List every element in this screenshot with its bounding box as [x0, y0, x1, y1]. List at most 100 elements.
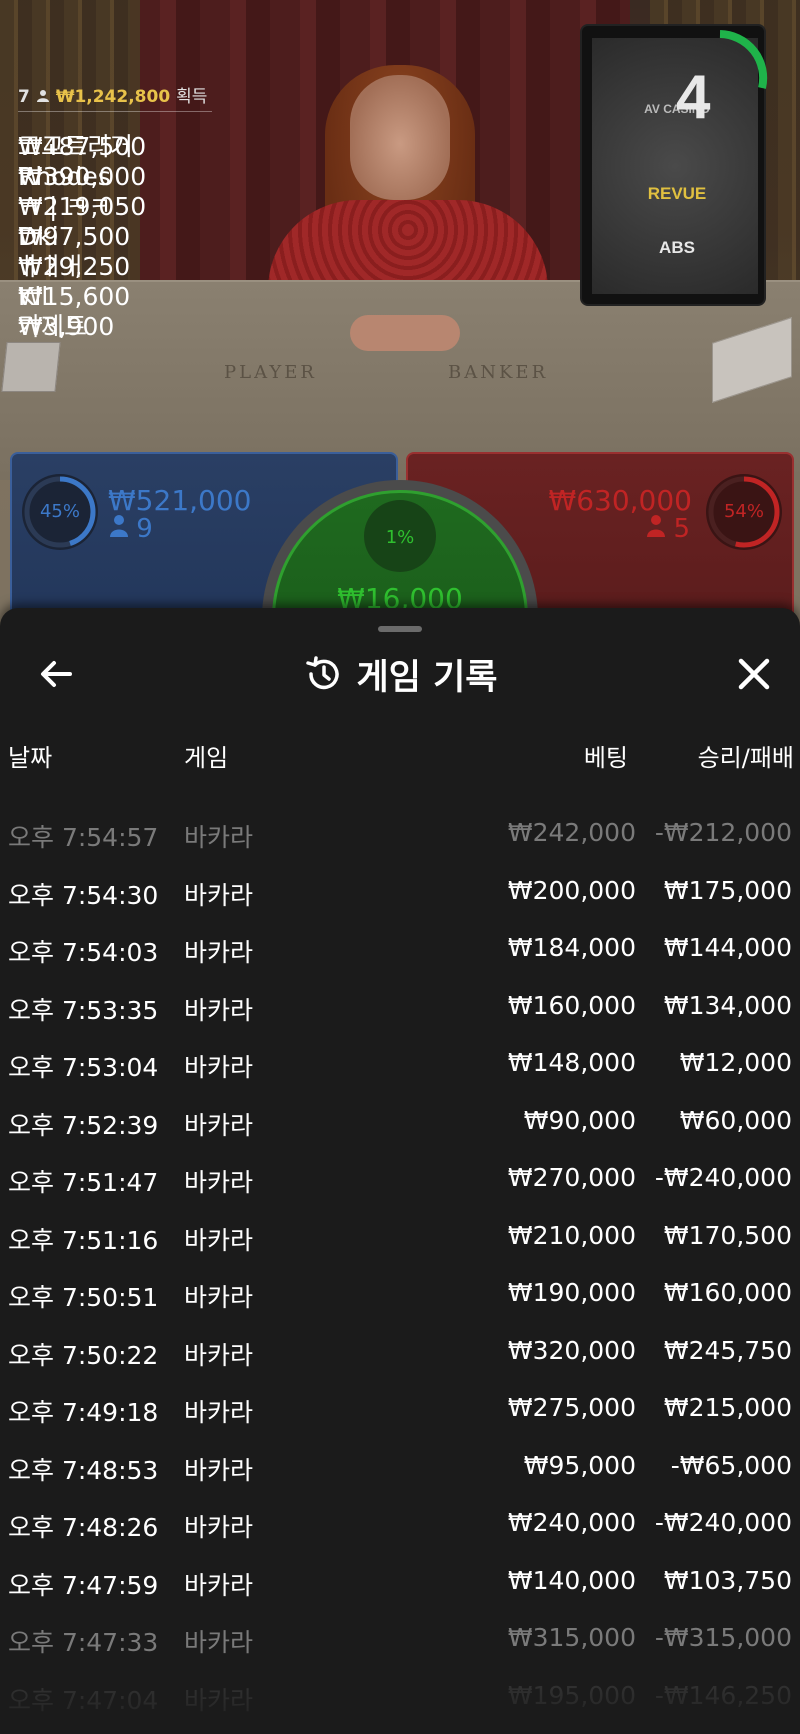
banker-percent: 54% — [723, 501, 764, 522]
banker-bettors-count: 5 — [673, 514, 690, 544]
history-result: ₩134,000 — [663, 990, 792, 1020]
history-row[interactable]: 오후 7:54:57 바카라 ₩242,000 -₩212,000 — [0, 804, 800, 862]
history-row[interactable]: 오후 7:49:18 바카라 ₩275,000 ₩215,000 — [0, 1379, 800, 1437]
history-row[interactable]: 오후 7:48:26 바카라 ₩240,000 -₩240,000 — [0, 1494, 800, 1552]
history-game: 바카라 — [184, 1570, 254, 1600]
dealer-face — [350, 75, 450, 200]
leaderboard-row: ₩3,900 가제트 — [18, 298, 218, 341]
history-row[interactable]: 오후 7:51:47 바카라 ₩270,000 -₩240,000 — [0, 1149, 800, 1207]
history-row[interactable]: 오후 7:47:33 바카라 ₩315,000 -₩315,000 — [0, 1609, 800, 1667]
history-result: ₩103,750 — [663, 1565, 792, 1595]
history-row[interactable]: 오후 7:47:59 바카라 ₩140,000 ₩103,750 — [0, 1552, 800, 1610]
history-time: 오후 7:47:59 — [8, 1570, 159, 1600]
history-game: 바카라 — [184, 823, 254, 852]
history-row[interactable]: 오후 7:47:04 바카라 ₩195,000 -₩146,250 — [0, 1667, 800, 1725]
person-icon — [36, 90, 49, 102]
column-header-result[interactable]: 승리/패배 — [698, 738, 794, 773]
history-row[interactable]: 오후 7:48:53 바카라 ₩95,000 -₩65,000 — [0, 1437, 800, 1495]
leader-name: 가제트 — [18, 312, 88, 341]
history-bet: ₩320,000 — [507, 1335, 636, 1365]
history-row[interactable]: 오후 7:50:51 바카라 ₩190,000 ₩160,000 — [0, 1264, 800, 1322]
person-icon — [647, 515, 666, 537]
column-header-bet[interactable]: 베팅 — [584, 738, 628, 773]
column-header-game[interactable]: 게임 — [184, 738, 228, 773]
history-game: 바카라 — [184, 1168, 254, 1197]
player-bet-total: ₩521,000 — [108, 484, 252, 517]
history-game: 바카라 — [184, 1398, 254, 1427]
history-row[interactable]: 오후 7:53:04 바카라 ₩148,000 ₩12,000 — [0, 1034, 800, 1092]
history-row[interactable]: 오후 7:53:35 바카라 ₩160,000 ₩134,000 — [0, 977, 800, 1035]
history-row[interactable]: 오후 7:54:03 바카라 ₩184,000 ₩144,000 — [0, 919, 800, 977]
history-bet: ₩200,000 — [507, 875, 636, 905]
leaderboard-row: ₩29,250 ㅐㅐㅐ — [18, 238, 218, 281]
history-game: 바카라 — [184, 1628, 254, 1657]
history-bet: ₩190,000 — [507, 1278, 636, 1307]
history-game: 바카라 — [184, 880, 254, 910]
winners-total-label: 획득 — [176, 87, 208, 107]
leaderboard-row: ₩390,000 Rhodes — [18, 148, 218, 191]
game-history-sheet: 게임 기록 날짜 게임 베팅 승리/패배 오후 7:54:57 바카라 ₩242,0… — [0, 608, 800, 1734]
history-bet: ₩184,000 — [507, 933, 636, 962]
history-bet: ₩210,000 — [507, 1220, 636, 1250]
history-time: 오후 7:51:47 — [8, 1168, 159, 1197]
history-game: 바카라 — [184, 1455, 254, 1485]
monitor-logo-abs: ABS — [659, 238, 695, 257]
history-result: ₩170,500 — [663, 1220, 792, 1250]
player-percent-ring: 45% — [22, 474, 98, 550]
winners-count: 7 — [18, 87, 30, 107]
history-bet: ₩315,000 — [507, 1623, 636, 1652]
history-result: ₩215,000 — [663, 1393, 792, 1422]
banker-percent-ring: 54% — [706, 474, 782, 550]
history-time: 오후 7:47:04 — [8, 1685, 159, 1715]
winners-total: ₩1,242,800 — [55, 87, 171, 107]
history-time: 오후 7:54:57 — [8, 823, 159, 852]
history-bet: ₩275,000 — [507, 1393, 636, 1422]
history-time: 오후 7:50:22 — [8, 1340, 159, 1370]
history-game: 바카라 — [184, 1283, 254, 1312]
history-list[interactable]: 오후 7:54:57 바카라 ₩242,000 -₩212,000 오후 7:54:30… — [0, 804, 800, 1724]
page-title: 게임 기록 — [356, 657, 498, 698]
history-result: -₩212,000 — [654, 818, 792, 847]
history-time: 오후 7:49:18 — [8, 1398, 159, 1427]
history-game: 바카라 — [184, 1053, 254, 1082]
history-row[interactable]: 오후 7:52:39 바카라 ₩90,000 ₩60,000 — [0, 1092, 800, 1150]
leaderboard-row: ₩219,050 ㅋ | ㅋㅋ — [18, 178, 218, 221]
history-time: 오후 7:48:26 — [8, 1513, 159, 1542]
history-row[interactable]: 오후 7:50:22 바카라 ₩320,000 ₩245,750 — [0, 1322, 800, 1380]
column-header-date[interactable]: 날짜 — [8, 738, 52, 773]
history-result: ₩12,000 — [679, 1048, 792, 1077]
table-label-player: PLAYER — [224, 362, 317, 383]
monitor-logo-revue: REVUE — [647, 184, 707, 203]
history-row[interactable]: 오후 7:54:30 바카라 ₩200,000 ₩175,000 — [0, 862, 800, 920]
history-game: 바카라 — [184, 938, 254, 967]
history-time: 오후 7:50:51 — [8, 1283, 159, 1312]
close-button[interactable] — [732, 652, 776, 696]
history-time: 오후 7:54:03 — [8, 938, 159, 967]
history-game: 바카라 — [184, 1685, 254, 1715]
history-time: 오후 7:48:53 — [8, 1455, 159, 1485]
player-percent: 45% — [39, 501, 80, 522]
leaderboard-row: ₩97,500 Dki — [18, 208, 218, 251]
history-bet: ₩90,000 — [523, 1105, 636, 1135]
history-result: -₩240,000 — [654, 1163, 792, 1192]
leaderboard-row: ₩487,500 고고트리거 — [18, 118, 218, 161]
banker-bet-total: ₩630,000 — [548, 484, 692, 517]
leaderboard-row: ₩15,600 Kll — [18, 268, 218, 311]
history-result: ₩160,000 — [663, 1278, 792, 1307]
history-game: 바카라 — [184, 1513, 254, 1542]
round-countdown: 4 — [676, 63, 711, 132]
dealer-hands — [350, 315, 460, 351]
history-row[interactable]: 오후 7:51:16 바카라 ₩210,000 ₩170,500 — [0, 1207, 800, 1265]
history-result: -₩65,000 — [670, 1450, 792, 1480]
history-result: ₩60,000 — [679, 1105, 792, 1135]
leaderboard-header: 7 ₩1,242,800 획득 — [18, 82, 212, 112]
player-bettors-count: 9 — [136, 514, 153, 544]
history-bet: ₩270,000 — [507, 1163, 636, 1192]
sheet-drag-handle[interactable] — [378, 626, 422, 632]
history-result: -₩315,000 — [654, 1623, 792, 1652]
card-stack — [1, 342, 61, 392]
tie-percent: 1% — [385, 527, 415, 548]
history-clock-icon — [305, 656, 339, 690]
history-time: 오후 7:54:30 — [8, 880, 159, 910]
banker-bettors: 5 — [647, 514, 690, 544]
